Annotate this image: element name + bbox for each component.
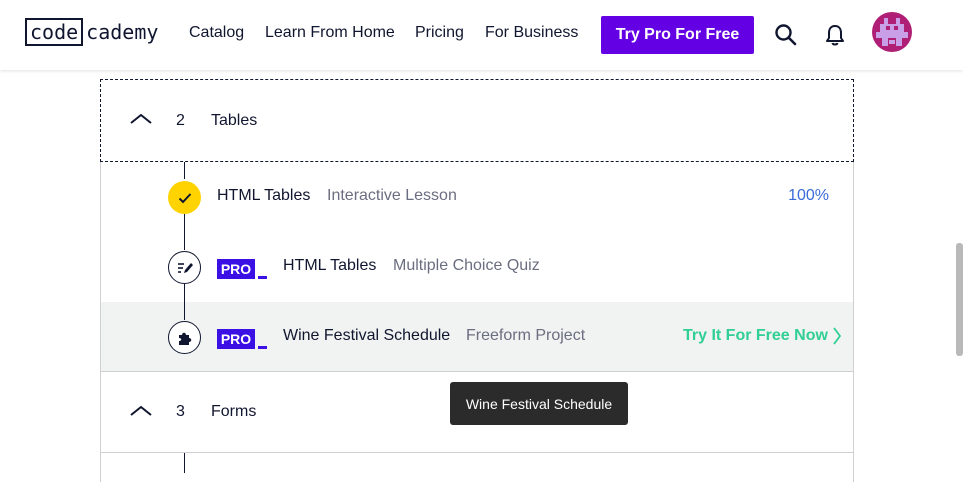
module-title: Forms bbox=[211, 403, 257, 420]
nav-pricing[interactable]: Pricing bbox=[415, 24, 464, 42]
chevron-right-icon[interactable] bbox=[832, 326, 842, 351]
module-items-list: HTML Tables Interactive Lesson 100% PRO … bbox=[100, 162, 854, 372]
search-icon[interactable] bbox=[774, 23, 798, 52]
scrollbar-thumb[interactable] bbox=[956, 243, 963, 356]
module-header-tables[interactable]: 2 Tables bbox=[100, 79, 854, 162]
list-item-wine-festival-project[interactable]: PRO Wine Festival Schedule Freeform Proj… bbox=[101, 302, 853, 372]
nav-catalog[interactable]: Catalog bbox=[189, 24, 244, 42]
item-title: HTML Tables bbox=[217, 187, 311, 204]
item-type: Interactive Lesson bbox=[327, 187, 457, 204]
nav-for-business[interactable]: For Business bbox=[485, 24, 578, 42]
user-avatar[interactable] bbox=[872, 12, 912, 52]
tooltip: Wine Festival Schedule bbox=[450, 382, 628, 425]
completed-check-icon bbox=[168, 181, 201, 214]
module-title: Tables bbox=[211, 112, 258, 129]
item-type: Multiple Choice Quiz bbox=[393, 257, 540, 274]
module-number: 3 bbox=[176, 403, 185, 420]
chevron-up-icon bbox=[129, 112, 153, 131]
codecademy-logo[interactable]: code cademy bbox=[25, 18, 158, 46]
pro-label: PRO bbox=[217, 329, 255, 349]
chevron-up-icon bbox=[129, 404, 153, 423]
try-pro-button[interactable]: Try Pro For Free bbox=[601, 16, 754, 54]
list-item-html-tables-lesson[interactable]: HTML Tables Interactive Lesson 100% bbox=[101, 162, 853, 232]
timeline-line bbox=[184, 284, 185, 320]
timeline-line bbox=[184, 214, 185, 250]
bell-icon[interactable] bbox=[824, 23, 846, 52]
try-it-free-link[interactable]: Try It For Free Now bbox=[683, 327, 828, 345]
module-items-list bbox=[100, 452, 854, 482]
progress-percent: 100% bbox=[788, 187, 829, 204]
pro-badge: PRO bbox=[217, 329, 267, 349]
item-title: HTML Tables bbox=[283, 257, 377, 274]
logo-code-box: code bbox=[25, 18, 84, 46]
item-title: Wine Festival Schedule bbox=[283, 327, 451, 344]
timeline-line bbox=[184, 453, 185, 473]
pro-badge: PRO bbox=[217, 259, 267, 279]
module-number: 2 bbox=[176, 112, 185, 129]
pro-cursor bbox=[258, 276, 267, 279]
pro-cursor bbox=[258, 346, 267, 349]
list-item-html-tables-quiz[interactable]: PRO HTML Tables Multiple Choice Quiz bbox=[101, 232, 853, 302]
pro-label: PRO bbox=[217, 259, 255, 279]
item-type: Freeform Project bbox=[466, 327, 586, 344]
quiz-pencil-icon bbox=[168, 251, 201, 284]
timeline-line bbox=[184, 162, 185, 179]
top-navigation: code cademy Catalog Learn From Home Pric… bbox=[0, 0, 963, 70]
logo-text: cademy bbox=[86, 20, 159, 44]
puzzle-piece-icon bbox=[168, 321, 201, 354]
nav-learn-from-home[interactable]: Learn From Home bbox=[265, 24, 395, 42]
